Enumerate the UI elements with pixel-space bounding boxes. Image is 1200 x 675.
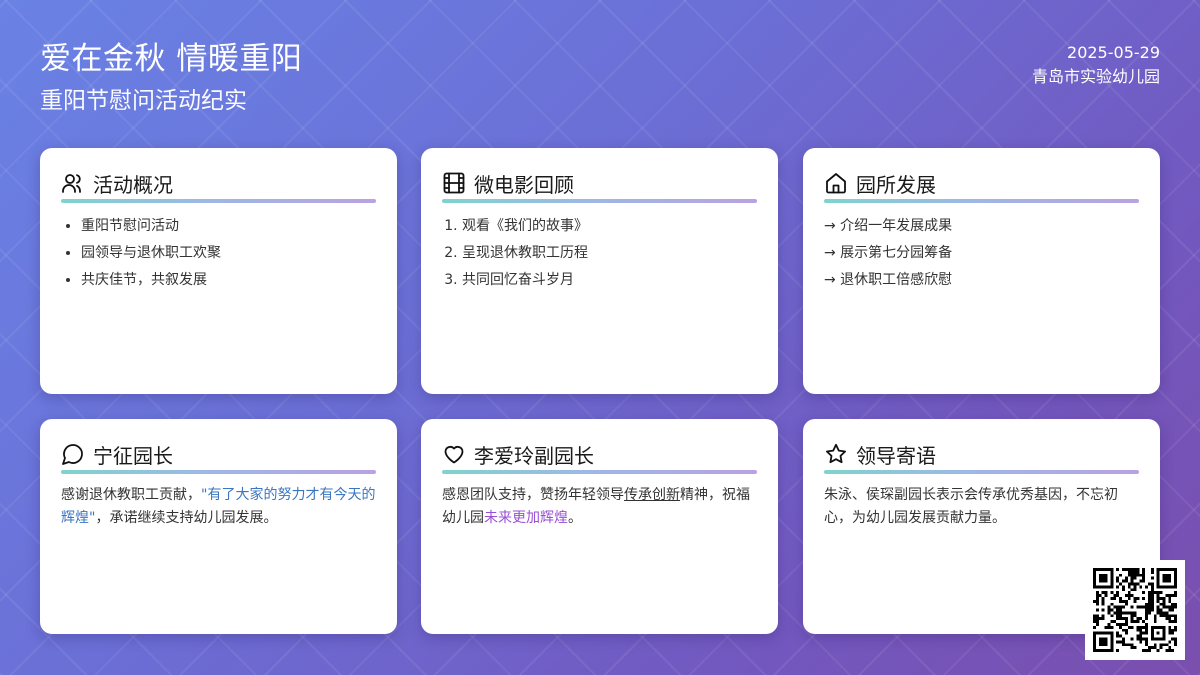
card-film-review: 微电影回顾 观看《我们的故事》 呈现退休教职工历程 共同回忆奋斗岁月 [421, 148, 778, 394]
list-item: 共同回忆奋斗岁月 [462, 267, 757, 294]
card-text: 感谢退休教职工贡献，"有了大家的努力才有今天的辉煌"，承诺继续支持幼儿园发展。 [61, 484, 376, 530]
numbered-list: 观看《我们的故事》 呈现退休教职工历程 共同回忆奋斗岁月 [442, 213, 757, 294]
organization-label: 青岛市实验幼儿园 [1031, 67, 1160, 86]
users-icon [61, 171, 85, 195]
card-title: 宁征园长 [93, 443, 173, 468]
card-divider [442, 199, 757, 203]
text-segment: 。 [568, 510, 582, 526]
card-title: 微电影回顾 [474, 172, 574, 197]
qr-code[interactable] [1085, 560, 1185, 660]
page-header: 爱在金秋 情暖重阳 重阳节慰问活动纪实 [40, 38, 302, 118]
card-header: 宁征园长 [61, 439, 376, 469]
message-icon [61, 442, 85, 466]
card-text: 感恩团队支持，赞扬年轻领导传承创新精神，祝福幼儿园未来更加辉煌。 [442, 484, 757, 530]
card-divider [442, 470, 757, 474]
list-item: → 退休职工倍感欣慰 [824, 272, 953, 288]
list-item: → 介绍一年发展成果 [824, 218, 953, 234]
page-subtitle: 重阳节慰问活动纪实 [40, 88, 247, 114]
card-vice-principal-li: 李爱玲副园长 感恩团队支持，赞扬年轻领导传承创新精神，祝福幼儿园未来更加辉煌。 [421, 419, 778, 634]
card-header: 李爱玲副园长 [442, 439, 757, 469]
arrow-list: → 介绍一年发展成果 → 展示第七分园筹备 → 退休职工倍感欣慰 [824, 213, 1139, 294]
header-meta: 2025-05-29 青岛市实验幼儿园 [1032, 42, 1160, 88]
text-segment: 感谢退休教职工贡献， [61, 487, 201, 503]
star-icon [824, 442, 848, 466]
list-item: 观看《我们的故事》 [462, 213, 757, 240]
bullet-list: 重阳节慰问活动 园领导与退休职工欢聚 共庆佳节，共叙发展 [61, 213, 376, 294]
home-icon [824, 171, 848, 195]
card-title: 园所发展 [856, 172, 936, 197]
list-item: 园领导与退休职工欢聚 [81, 240, 376, 267]
card-kindergarten-development: 园所发展 → 介绍一年发展成果 → 展示第七分园筹备 → 退休职工倍感欣慰 [803, 148, 1160, 394]
list-item: 共庆佳节，共叙发展 [81, 267, 376, 294]
card-divider [61, 199, 376, 203]
film-icon [442, 171, 466, 195]
heart-icon [442, 442, 466, 466]
card-header: 园所发展 [824, 168, 1139, 198]
list-item: 呈现退休教职工历程 [462, 240, 757, 267]
card-header: 领导寄语 [824, 439, 1139, 469]
card-activity-overview: 活动概况 重阳节慰问活动 园领导与退休职工欢聚 共庆佳节，共叙发展 [40, 148, 397, 394]
date-label: 2025-05-29 [1067, 43, 1160, 62]
card-text: 朱泳、侯琛副园长表示会传承优秀基因，不忘初心，为幼儿园发展贡献力量。 [824, 487, 1118, 526]
list-item: 重阳节慰问活动 [81, 213, 376, 240]
underlined-text: 传承创新 [624, 487, 680, 503]
text-segment: 感恩团队支持，赞扬年轻领导 [442, 487, 624, 503]
card-principal-ning: 宁征园长 感谢退休教职工贡献，"有了大家的努力才有今天的辉煌"，承诺继续支持幼儿… [40, 419, 397, 634]
highlighted-text: 未来更加辉煌 [484, 510, 568, 526]
card-title: 活动概况 [93, 172, 173, 197]
card-header: 微电影回顾 [442, 168, 757, 198]
card-title: 领导寄语 [856, 443, 936, 468]
page-title: 爱在金秋 情暖重阳 [40, 41, 303, 77]
card-divider [824, 199, 1139, 203]
list-item: → 展示第七分园筹备 [824, 245, 953, 261]
card-divider [824, 470, 1139, 474]
card-header: 活动概况 [61, 168, 376, 198]
card-title: 李爱玲副园长 [474, 443, 594, 468]
card-divider [61, 470, 376, 474]
text-segment: ，承诺继续支持幼儿园发展。 [95, 510, 278, 526]
